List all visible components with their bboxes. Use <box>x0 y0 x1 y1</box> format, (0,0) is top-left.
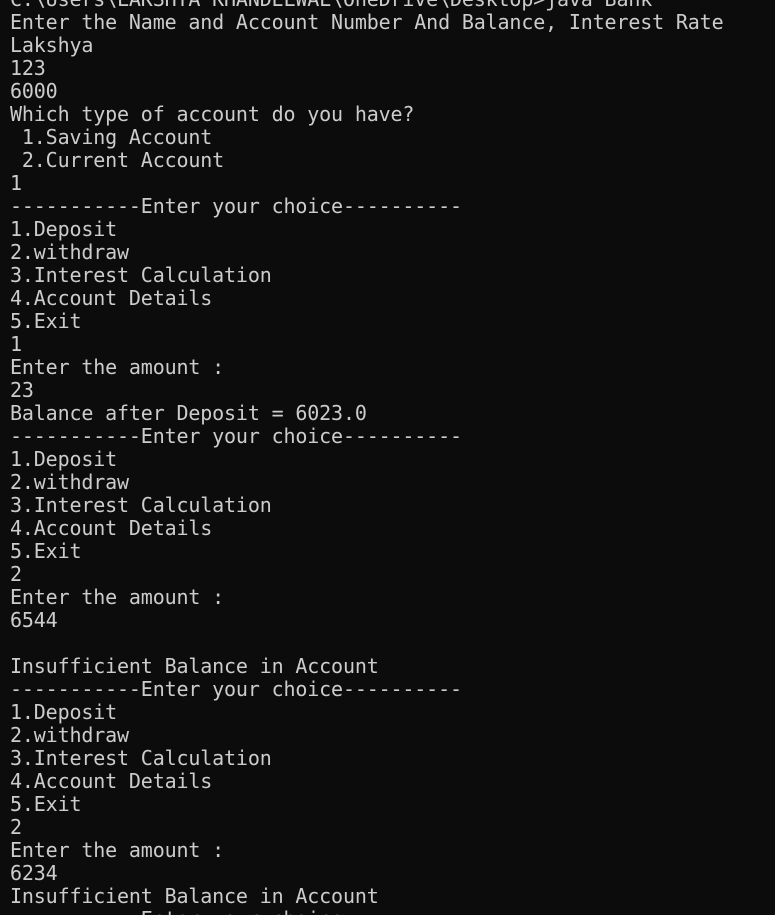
console-line: 2 <box>10 562 22 586</box>
console-line: Enter the amount : <box>10 838 225 862</box>
console-line: 1.Deposit <box>10 217 118 241</box>
console-line: Insufficient Balance in Account <box>10 884 379 908</box>
console-line: -----------Enter your choice---------- <box>10 908 775 915</box>
console-line: 4.Account Details <box>10 516 213 540</box>
console-line: 1.Saving Account <box>10 125 213 149</box>
console-line: 2.Current Account <box>10 148 225 172</box>
console-line: 3.Interest Calculation <box>10 746 272 770</box>
console-line: Enter the Name and Account Number And Ba… <box>10 10 724 34</box>
console-line: 2.withdraw <box>10 240 129 264</box>
console-line: 2.withdraw <box>10 470 129 494</box>
console-line: 3.Interest Calculation <box>10 493 272 517</box>
console-line: 3.Interest Calculation <box>10 263 272 287</box>
console-line: Enter the amount : <box>10 355 225 379</box>
console-line: 4.Account Details <box>10 286 213 310</box>
console-line: 4.Account Details <box>10 769 213 793</box>
console-line: 23 <box>10 378 34 402</box>
console-line: -----------Enter your choice---------- <box>10 424 462 448</box>
console-line: 1 <box>10 332 22 356</box>
console-line: Balance after Deposit = 6023.0 <box>10 401 367 425</box>
console-line: Insufficient Balance in Account <box>10 654 379 678</box>
console-line: 123 <box>10 56 46 80</box>
console-line: 6544 <box>10 608 58 632</box>
console-line: 1 <box>10 171 22 195</box>
console-line: 5.Exit <box>10 792 82 816</box>
console-line: 6000 <box>10 79 58 103</box>
console-line: -----------Enter your choice---------- <box>10 194 462 218</box>
console-line: -----------Enter your choice---------- <box>10 677 462 701</box>
console-line: Which type of account do you have? <box>10 102 415 126</box>
console-line: 1.Deposit <box>10 447 118 471</box>
console-line: 2 <box>10 815 22 839</box>
console-line: 5.Exit <box>10 309 82 333</box>
terminal-window[interactable]: C:\Users\LAKSHYA KHANDELWAL\OneDrive\Des… <box>0 0 775 915</box>
console-line: 2.withdraw <box>10 723 129 747</box>
console-line: 5.Exit <box>10 539 82 563</box>
console-output[interactable]: C:\Users\LAKSHYA KHANDELWAL\OneDrive\Des… <box>10 0 775 915</box>
console-line: 6234 <box>10 861 58 885</box>
console-line: Enter the amount : <box>10 585 225 609</box>
console-line: 1.Deposit <box>10 700 118 724</box>
console-line: Lakshya <box>10 33 94 57</box>
